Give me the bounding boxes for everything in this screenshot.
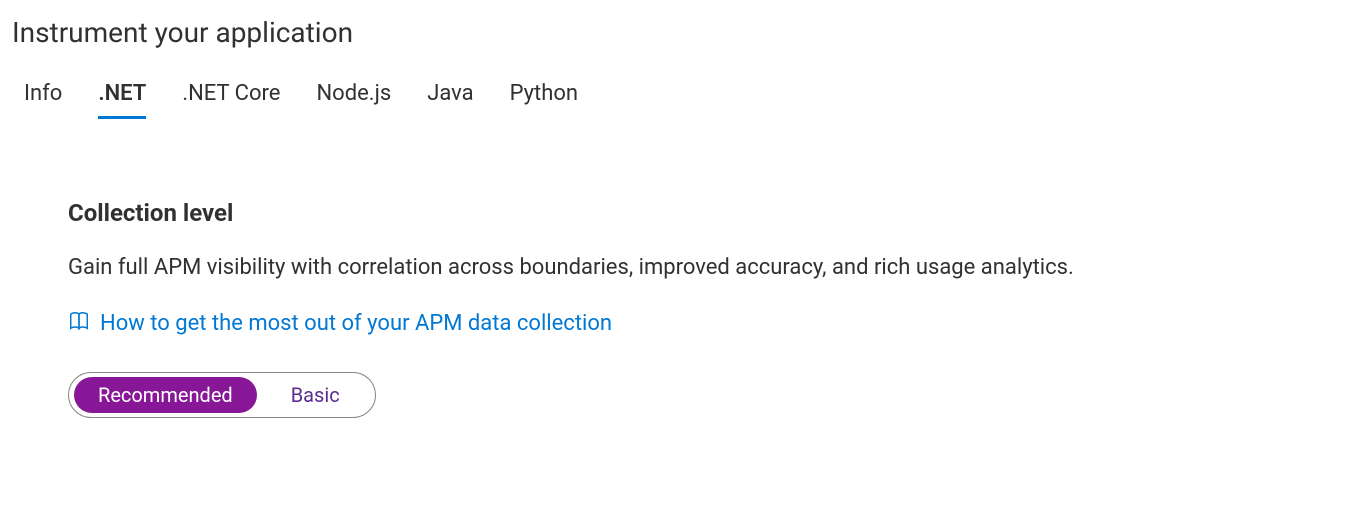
section-description: Gain full APM visibility with correlatio… — [68, 255, 1352, 280]
collection-level-toggle: Recommended Basic — [68, 372, 376, 418]
help-link[interactable]: How to get the most out of your APM data… — [100, 311, 612, 336]
page-title: Instrument your application — [12, 16, 1352, 49]
tab-info[interactable]: Info — [24, 81, 62, 119]
book-icon — [68, 310, 90, 336]
tabs-container: Info .NET .NET Core Node.js Java Python — [16, 81, 1352, 119]
toggle-recommended[interactable]: Recommended — [74, 377, 257, 413]
tab-dotnet[interactable]: .NET — [98, 81, 146, 119]
section-heading: Collection level — [68, 199, 1352, 227]
tab-python[interactable]: Python — [510, 81, 578, 119]
help-link-row: How to get the most out of your APM data… — [68, 310, 1352, 336]
tab-nodejs[interactable]: Node.js — [316, 81, 391, 119]
tab-java[interactable]: Java — [427, 81, 473, 119]
tab-content: Collection level Gain full APM visibilit… — [16, 199, 1352, 418]
toggle-basic[interactable]: Basic — [267, 377, 370, 413]
tab-dotnet-core[interactable]: .NET Core — [182, 81, 280, 119]
